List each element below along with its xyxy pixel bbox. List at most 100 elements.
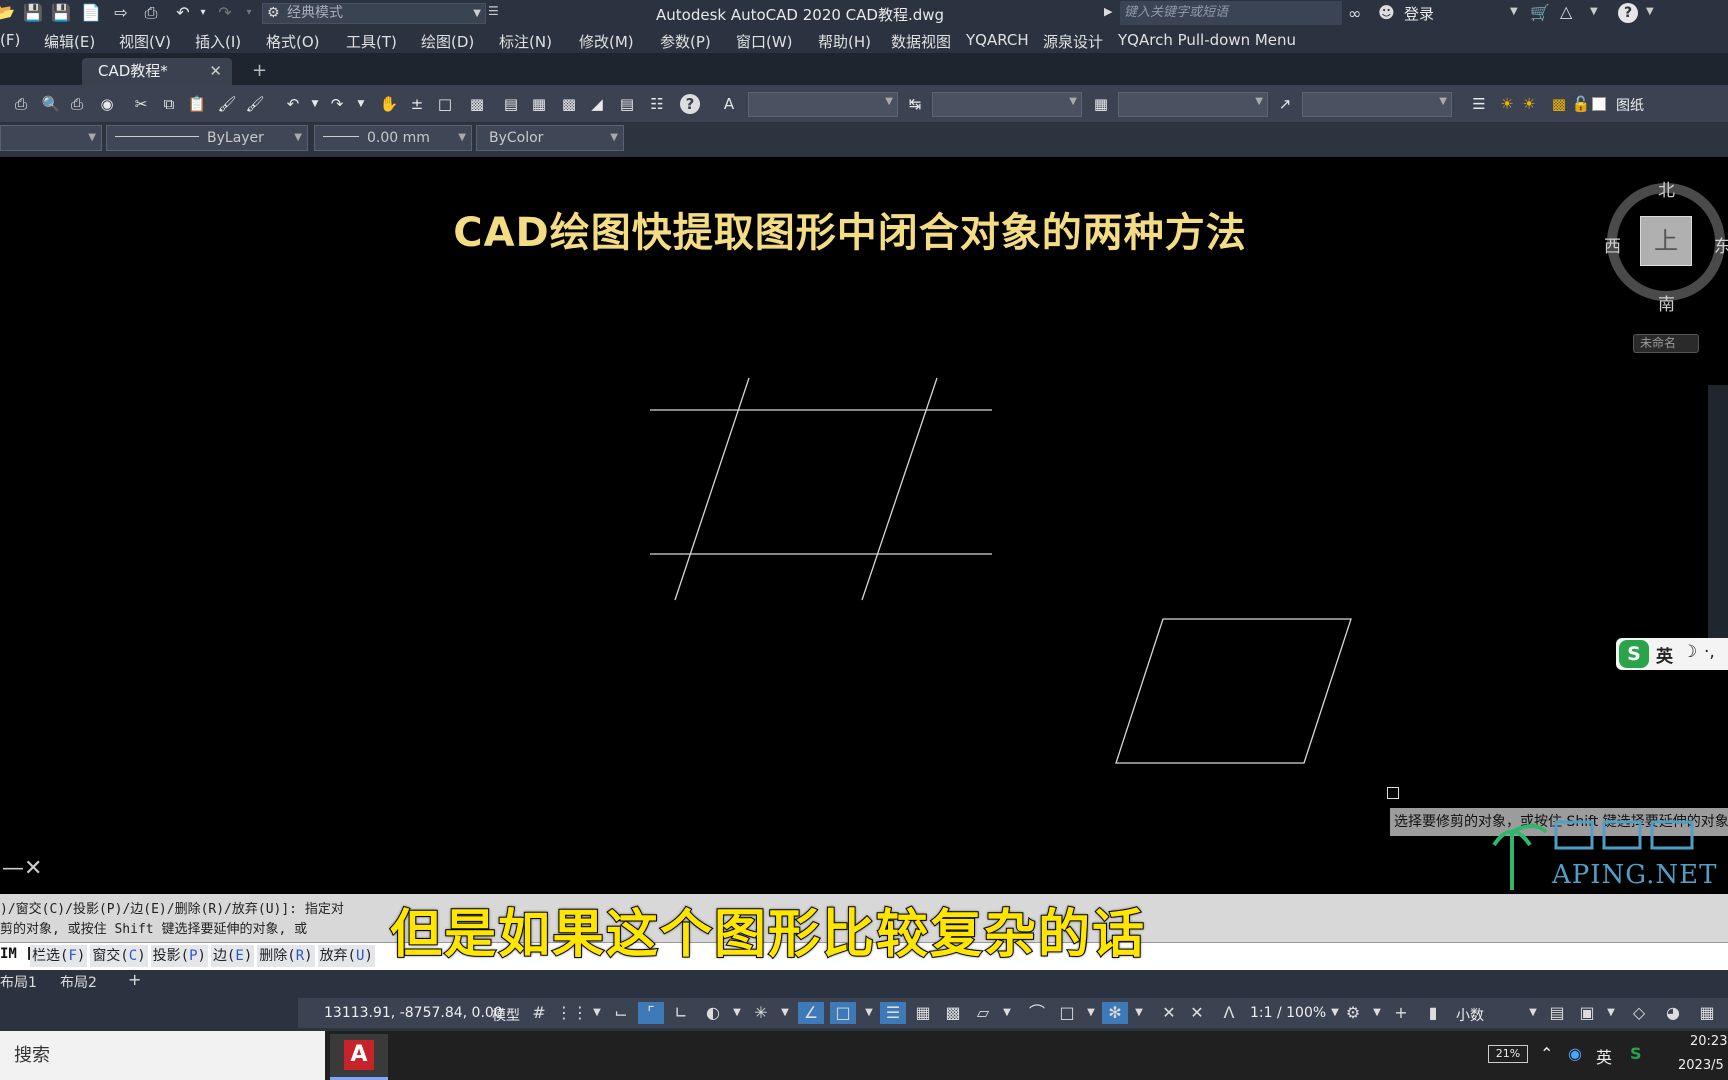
lock-icon[interactable]: 🔓: [1570, 94, 1592, 114]
tray-ime-language[interactable]: 英: [1596, 1044, 1612, 1068]
dim-style-icon[interactable]: ↹: [904, 94, 926, 114]
option-project[interactable]: 投影(P): [150, 945, 208, 967]
annotation-monitor-icon[interactable]: +: [1388, 1002, 1414, 1024]
save-icon[interactable]: 💾: [22, 2, 44, 24]
3d-osnap-icon[interactable]: ▱: [970, 1002, 996, 1024]
compass-south[interactable]: 南: [1658, 290, 1675, 315]
tab-layout2[interactable]: 布局2: [60, 972, 97, 992]
multileader-style-combo[interactable]: ▼: [1302, 92, 1452, 117]
menu-dimension[interactable]: 标注(N): [499, 31, 552, 52]
layer-name[interactable]: 图纸: [1616, 95, 1644, 115]
undo-dropdown-icon[interactable]: ▾: [192, 2, 214, 24]
hardware-acceleration-icon[interactable]: ◕: [1660, 1002, 1686, 1024]
selection-filter-icon[interactable]: □: [1054, 1002, 1080, 1024]
moon-icon[interactable]: ☽: [1682, 642, 1697, 662]
redo-dropdown-icon[interactable]: ▼: [350, 94, 372, 114]
tool-palettes-icon[interactable]: ▩: [558, 94, 580, 114]
redo-icon[interactable]: ↷: [214, 2, 236, 24]
workspace-gear-icon[interactable]: ⚙: [1340, 1002, 1366, 1024]
menu-yqarch[interactable]: YQARCH: [966, 31, 1029, 49]
osnap-dropdown-icon[interactable]: ▼: [856, 1002, 882, 1024]
lightbulb-icon[interactable]: ☀: [1496, 94, 1518, 114]
search-expand-icon[interactable]: ▶: [1104, 5, 1112, 18]
units-dropdown-icon[interactable]: ▼: [1520, 1002, 1546, 1024]
viewcube-top-face[interactable]: 上: [1640, 216, 1692, 266]
battery-indicator[interactable]: 21%: [1488, 1045, 1528, 1063]
layer-color-swatch[interactable]: [1592, 97, 1606, 111]
3d-print-icon[interactable]: ◉: [96, 94, 118, 114]
dim-style-combo[interactable]: ▼: [932, 92, 1082, 117]
menu-parametric[interactable]: 参数(P): [660, 31, 711, 52]
dynamic-input-icon[interactable]: ⌜: [638, 1002, 664, 1024]
menu-insert[interactable]: 插入(I): [195, 31, 241, 52]
plot-preview-icon[interactable]: 🔍: [40, 94, 62, 114]
save-as-icon[interactable]: 💾: [50, 2, 72, 24]
menu-file[interactable]: (F): [0, 31, 20, 49]
ime-toolbar[interactable]: S 英 ☽ ·,: [1616, 638, 1728, 670]
menu-format[interactable]: 格式(O): [266, 31, 320, 52]
gizmo-icon[interactable]: ✻: [1102, 1002, 1128, 1024]
selection-cycling-icon[interactable]: ▩: [940, 1002, 966, 1024]
table-style-icon[interactable]: ▦: [1090, 94, 1112, 114]
sheet-set-icon[interactable]: ◢: [586, 94, 608, 114]
match-properties-icon[interactable]: 🖌: [216, 94, 238, 114]
compass-west[interactable]: 西: [1604, 232, 1621, 257]
menu-data-view[interactable]: 数据视图: [891, 31, 951, 52]
menu-window[interactable]: 窗口(W): [736, 31, 793, 52]
slanted-line-right[interactable]: [861, 377, 938, 601]
print-icon[interactable]: ⎙: [140, 2, 162, 24]
menu-draw[interactable]: 绘图(D): [421, 31, 474, 52]
viewcube[interactable]: 北 南 西 东 上: [1604, 176, 1728, 316]
zoom-realtime-icon[interactable]: ±: [406, 94, 428, 114]
navigation-bar[interactable]: [1708, 385, 1728, 645]
zoom-window-icon[interactable]: □: [434, 94, 456, 114]
snap-dropdown-icon[interactable]: ▼: [584, 1002, 610, 1024]
annotation-scale[interactable]: 1:1 / 100%: [1250, 1005, 1326, 1021]
help-icon[interactable]: ?: [680, 94, 700, 114]
login-dropdown-icon[interactable]: ▼: [1510, 6, 1518, 17]
object-snap-icon[interactable]: □: [830, 1002, 856, 1024]
lock-ui-icon[interactable]: ▣: [1574, 1002, 1600, 1024]
help-icon[interactable]: ?: [1618, 3, 1638, 23]
redo-icon[interactable]: ↷: [326, 94, 348, 114]
isodraft-dropdown-icon[interactable]: ▼: [772, 1002, 798, 1024]
option-undo[interactable]: 放弃(U): [317, 945, 375, 967]
login-button[interactable]: 登录: [1404, 3, 1434, 24]
polar-dropdown-icon[interactable]: ▼: [724, 1002, 750, 1024]
grid-icon[interactable]: #: [526, 1002, 552, 1024]
menu-yuanquan[interactable]: 源泉设计: [1043, 31, 1103, 52]
model-space-toggle[interactable]: 模型: [492, 1005, 520, 1025]
zoom-previous-icon[interactable]: ▩: [466, 94, 488, 114]
tab-cad-tutorial[interactable]: CAD教程* ✕: [82, 58, 232, 85]
close-icon[interactable]: ✕: [209, 58, 222, 85]
plotstyle-combo[interactable]: ByColor ▼: [476, 125, 624, 151]
isolate-objects-icon[interactable]: ◇: [1626, 1002, 1652, 1024]
properties-icon[interactable]: ▤: [500, 94, 522, 114]
multileader-style-icon[interactable]: ↗: [1274, 94, 1296, 114]
calculator-icon[interactable]: ☷: [646, 94, 668, 114]
option-edge[interactable]: 边(E): [210, 945, 255, 967]
export-icon[interactable]: ⇨: [110, 2, 132, 24]
tab-layout1[interactable]: 布局1: [0, 972, 37, 992]
menu-yqarch-pulldown[interactable]: YQArch Pull-down Menu: [1118, 31, 1296, 49]
wcs-menu[interactable]: 未命名: [1633, 334, 1699, 353]
undo-dropdown-icon[interactable]: ▼: [304, 94, 326, 114]
option-erase[interactable]: 删除(R): [257, 945, 315, 967]
lineweight-combo[interactable]: 0.00 mm ▼: [314, 125, 472, 151]
markup-icon[interactable]: ▤: [616, 94, 638, 114]
menu-edit[interactable]: 编辑(E): [44, 31, 95, 52]
menu-view[interactable]: 视图(V): [119, 31, 171, 52]
lock-ui-dropdown-icon[interactable]: ▼: [1598, 1002, 1624, 1024]
workspace-selector[interactable]: ⚙ 经典模式 ▼: [262, 3, 486, 24]
filter-dropdown-icon[interactable]: ▼: [1078, 1002, 1104, 1024]
brush-icon[interactable]: 🖌: [244, 94, 266, 114]
text-style-icon[interactable]: A: [718, 94, 740, 114]
workspace-dropdown-icon[interactable]: ▼: [1364, 1002, 1390, 1024]
help-dropdown-icon[interactable]: ▼: [1646, 6, 1654, 17]
coordinate-readout[interactable]: 13113.91, -8757.84, 0.00: [324, 1005, 503, 1021]
copy-icon[interactable]: ⧉: [158, 94, 180, 114]
menu-tools[interactable]: 工具(T): [346, 31, 397, 52]
linetype-combo[interactable]: ByLayer ▼: [106, 125, 308, 151]
a360-icon[interactable]: △: [1560, 2, 1572, 21]
plot-icon[interactable]: ⎙: [10, 94, 32, 114]
